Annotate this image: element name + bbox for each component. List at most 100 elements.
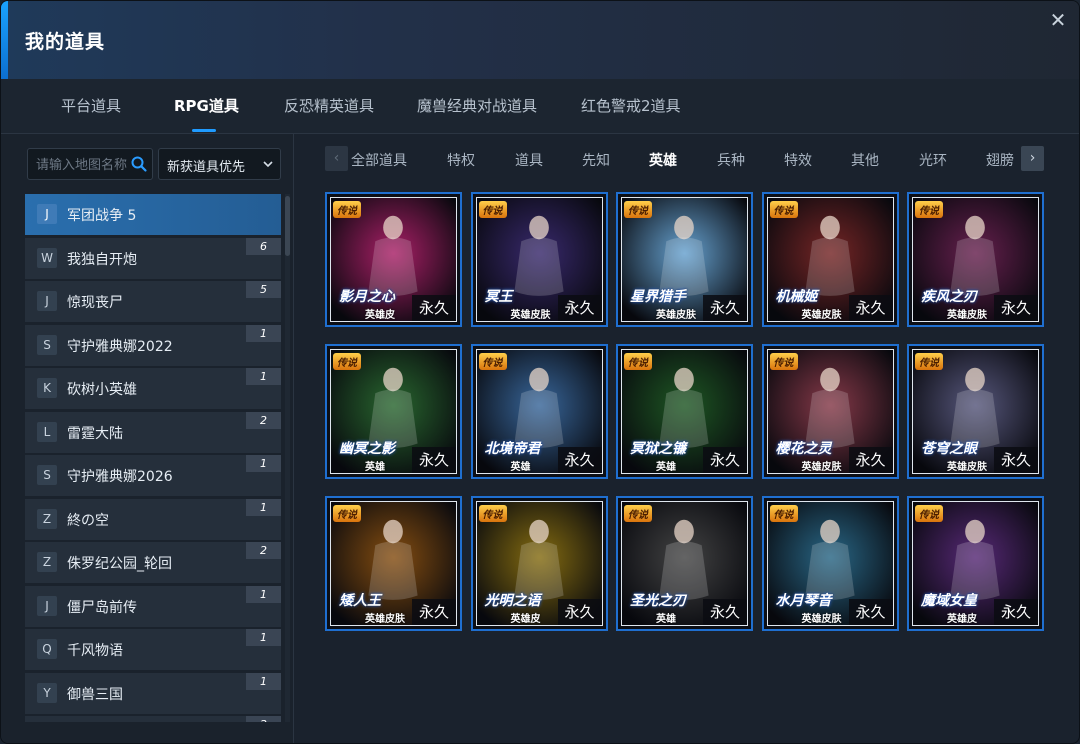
item-card[interactable]: 传说 水月琴音 英雄皮肤 永久 [761,496,899,631]
item-count-badge: 1 [246,324,281,342]
category-next-button[interactable]: › [1021,146,1044,171]
duration-label: 永久 [703,599,747,625]
duration-label: 永久 [412,295,456,321]
category-prev-button[interactable]: ‹ [325,146,348,171]
item-card[interactable]: 传说 矮人王 英雄皮肤 永久 [325,496,462,631]
category-hero[interactable]: 英雄 [649,150,677,170]
category-privilege[interactable]: 特权 [447,150,475,170]
sort-dropdown[interactable]: 新获道具优先 [158,148,281,180]
tab-cs[interactable]: 反恐精英道具 [284,95,374,116]
category-wings[interactable]: 翅膀 [986,150,1014,170]
rarity-badge: 传说 [478,201,507,218]
category-effect[interactable]: 特效 [784,150,812,170]
item-card[interactable]: 传说 冥狱之镰 英雄 永久 [616,344,753,479]
list-scrollbar-thumb[interactable] [285,196,290,256]
duration-label: 永久 [557,295,602,321]
item-card[interactable]: 传说 光明之语 英雄皮 永久 [470,496,608,631]
duration-label: 永久 [994,295,1038,321]
duration-label: 永久 [994,599,1038,625]
duration-label: 永久 [994,447,1038,473]
map-initial: Z [37,552,57,572]
skin-type-label: 英雄 [365,462,385,473]
item-panel: ‹ 全部道具 特权 道具 先知 英雄 兵种 特效 其他 光环 翅膀 › 传说 影月… [295,134,1079,743]
map-list-item[interactable]: J 惊现丧尸 5 [25,281,281,322]
duration-label: 永久 [703,295,747,321]
duration-label: 永久 [557,447,602,473]
item-card[interactable]: 传说 北境帝君 英雄 永久 [470,344,608,479]
map-name: 千风物语 [67,643,123,659]
map-list-item[interactable]: K 砍树小英雄 1 [25,368,281,409]
sidebar: 新获道具优先 J 军团战争 5 W 我独自开炮 6 J 惊现丧尸 5 S [1,134,294,743]
map-list-item[interactable]: Q 千风物语 1 [25,629,281,670]
item-card[interactable]: 传说 疾风之刃 英雄皮肤 永久 [907,192,1044,327]
rarity-badge: 传说 [769,201,798,218]
item-card-frame: 传说 影月之心 英雄皮 永久 [330,197,457,322]
item-card[interactable]: 传说 苍穹之眼 英雄皮肤 永久 [907,344,1044,479]
category-other[interactable]: 其他 [851,150,879,170]
close-icon[interactable]: ✕ [1047,9,1069,31]
map-list-item[interactable]: J 僵尸岛前传 1 [25,585,281,627]
hero-name: 苍穹之眼 [921,441,977,457]
rarity-badge: 传说 [915,353,943,370]
map-search-input[interactable] [36,155,130,175]
skin-type-label: 英雄皮 [947,614,977,625]
map-initial: K [37,378,57,398]
window-title: 我的道具 [25,31,106,53]
map-initial: J [37,595,57,616]
category-item[interactable]: 道具 [515,150,543,170]
item-card[interactable]: 传说 机械姬 英雄皮肤 永久 [761,192,899,327]
item-card[interactable]: 传说 星界猎手 英雄皮肤 永久 [616,192,753,327]
category-aura[interactable]: 光环 [919,150,947,170]
tab-platform[interactable]: 平台道具 [61,95,121,116]
item-card[interactable]: 传说 幽冥之影 英雄 永久 [325,344,462,479]
map-list-item[interactable]: Z 終の空 1 [25,498,281,540]
item-card-frame: 传说 北境帝君 英雄 永久 [475,349,603,474]
map-name: 惊现丧尸 [67,295,123,311]
map-list-item[interactable]: S 守护雅典娜2022 1 [25,324,281,366]
map-list-item[interactable]: Y 御兽三国 1 [25,672,281,714]
item-card[interactable]: 传说 圣光之刃 英雄 永久 [616,496,753,631]
category-all[interactable]: 全部道具 [351,150,407,170]
duration-label: 永久 [848,295,893,321]
map-name: 军团战争 5 [67,208,137,224]
map-list-item[interactable]: J 军团战争 5 [25,194,281,235]
hero-name: 冥狱之镰 [630,441,686,457]
category-prophet[interactable]: 先知 [582,150,610,170]
hero-name: 魔域女皇 [921,593,977,609]
top-tabs: 平台道具 RPG道具 反恐精英道具 魔兽经典对战道具 红色警戒2道具 [1,79,1079,134]
map-initial: L [37,421,57,442]
map-list-item[interactable]: 2 [25,716,281,722]
item-count-badge: 1 [246,629,281,646]
item-count-badge: 1 [246,672,281,690]
duration-label: 永久 [703,447,747,473]
hero-name: 樱花之灵 [775,441,832,457]
item-card-frame: 传说 水月琴音 英雄皮肤 永久 [766,501,894,626]
map-list-item[interactable]: S 守护雅典娜2026 1 [25,455,281,496]
duration-label: 永久 [848,599,893,625]
map-name: 守护雅典娜2026 [67,469,173,485]
item-card-frame: 传说 幽冥之影 英雄 永久 [330,349,457,474]
skin-type-label: 英雄皮肤 [510,310,551,321]
item-card[interactable]: 传说 魔域女皇 英雄皮 永久 [907,496,1044,631]
map-list-item[interactable]: L 雷霆大陆 2 [25,411,281,453]
list-scrollbar-track[interactable] [285,194,290,722]
skin-type-label: 英雄皮 [510,614,541,625]
item-card[interactable]: 传说 冥王 英雄皮肤 永久 [470,192,608,327]
map-list-item[interactable]: W 我独自开炮 6 [25,237,281,279]
hero-name: 疾风之刃 [921,289,977,305]
tab-redalert[interactable]: 红色警戒2道具 [581,95,681,116]
item-card[interactable]: 传说 影月之心 英雄皮 永久 [325,192,462,327]
category-unit[interactable]: 兵种 [717,150,745,170]
map-initial: J [37,291,57,311]
search-icon[interactable] [130,155,148,173]
tab-rpg[interactable]: RPG道具 [174,95,239,116]
rarity-badge: 传说 [478,353,507,370]
map-name: 砍树小英雄 [67,382,137,398]
item-card-frame: 传说 冥狱之镰 英雄 永久 [621,349,748,474]
item-card-frame: 传说 冥王 英雄皮肤 永久 [475,197,603,322]
map-list-item[interactable]: Z 侏罗纪公园_轮回 2 [25,542,281,583]
skin-type-label: 英雄 [656,614,676,625]
item-card-frame: 传说 矮人王 英雄皮肤 永久 [330,501,457,626]
tab-warcraft[interactable]: 魔兽经典对战道具 [417,95,537,116]
item-card[interactable]: 传说 樱花之灵 英雄皮肤 永久 [761,344,899,479]
